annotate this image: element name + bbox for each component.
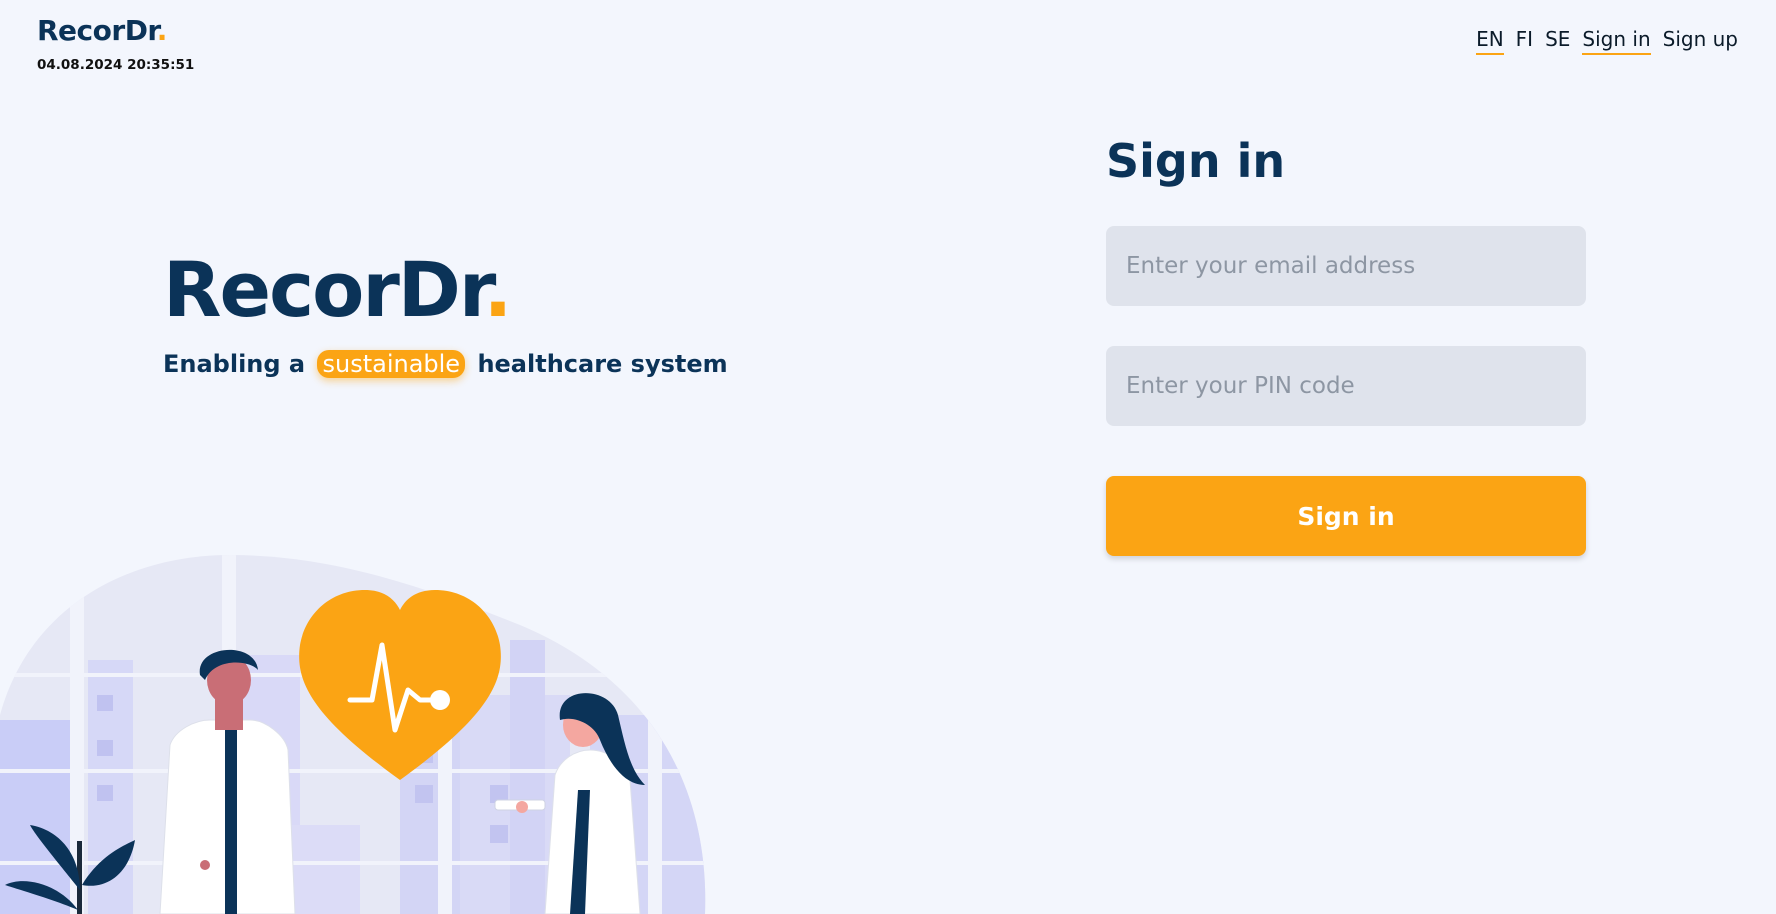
signin-title: Sign in: [1106, 134, 1286, 188]
top-nav: EN FI SE Sign in Sign up: [1476, 27, 1738, 55]
hero-title-dot: .: [483, 245, 513, 334]
pin-input[interactable]: [1106, 346, 1586, 426]
sign-in-button[interactable]: Sign in: [1106, 476, 1586, 556]
header-logo[interactable]: RecorDr.: [37, 14, 167, 47]
lang-fi-link[interactable]: FI: [1516, 27, 1533, 55]
hero-title-text: RecorDr: [163, 245, 486, 334]
logo-dot: .: [156, 14, 168, 47]
hero-title: RecorDr.: [163, 252, 728, 328]
subtitle-before: Enabling a: [163, 350, 306, 378]
subtitle-highlight: sustainable: [317, 350, 466, 378]
email-input[interactable]: [1106, 226, 1586, 306]
subtitle-after: healthcare system: [477, 350, 728, 378]
hero: RecorDr. Enabling a sustainable healthca…: [163, 252, 728, 378]
current-datetime: 04.08.2024 20:35:51: [37, 57, 195, 73]
logo-text: RecorDr: [37, 14, 157, 47]
lang-se-link[interactable]: SE: [1545, 27, 1570, 55]
sign-up-link[interactable]: Sign up: [1663, 27, 1738, 55]
healthcare-illustration: [0, 555, 706, 914]
lang-en-link[interactable]: EN: [1476, 27, 1504, 55]
hero-subtitle: Enabling a sustainable healthcare system: [163, 350, 728, 378]
sign-in-link[interactable]: Sign in: [1582, 27, 1651, 55]
